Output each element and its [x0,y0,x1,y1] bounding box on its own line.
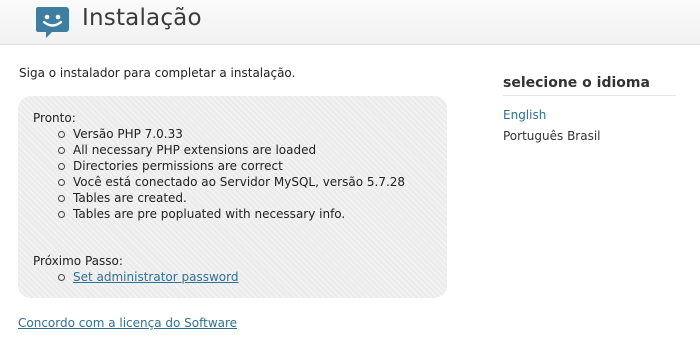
license-agree-link[interactable]: Concordo com a licença do Software [18,316,237,330]
language-option-english[interactable]: English [503,108,546,122]
app-header: Instalação [0,0,700,45]
list-item-label: Tables are created. [73,191,187,205]
next-step-label: Próximo Passo: [33,254,123,268]
list-item-label: All necessary PHP extensions are loaded [73,143,317,157]
list-item-label: Tables are pre popluated with necessary … [73,207,346,221]
status-panel: Pronto: Versão PHP 7.0.33 All necessary … [18,96,447,298]
bullet-icon [58,163,65,170]
list-item: Tables are pre popluated with necessary … [58,206,405,222]
bullet-icon [58,195,65,202]
requirements-list: Versão PHP 7.0.33 All necessary PHP exte… [58,126,405,222]
list-item: Você está conectado ao Servidor MySQL, v… [58,174,405,190]
smiley-speech-bubble-icon [36,7,69,38]
bullet-icon [58,131,65,138]
list-item: All necessary PHP extensions are loaded [58,142,405,158]
page-title: Instalação [82,5,202,31]
bullet-icon [58,274,65,281]
set-admin-password-link[interactable]: Set administrator password [73,270,238,284]
language-option-portuguese[interactable]: Português Brasil [503,129,601,143]
language-section-title: selecione o idioma [503,75,676,96]
list-item: Set administrator password [58,269,238,285]
list-item-label: Directories permissions are correct [73,159,283,173]
next-step-list: Set administrator password [58,269,238,285]
list-item-label: Versão PHP 7.0.33 [73,127,183,141]
list-item: Directories permissions are correct [58,158,405,174]
ready-label: Pronto: [33,111,76,125]
list-item-label: Você está conectado ao Servidor MySQL, v… [73,175,406,189]
bullet-icon [58,211,65,218]
list-item: Tables are created. [58,190,405,206]
bullet-icon [58,147,65,154]
list-item: Versão PHP 7.0.33 [58,126,405,142]
bullet-icon [58,179,65,186]
intro-text: Siga o instalador para completar a insta… [19,66,296,80]
